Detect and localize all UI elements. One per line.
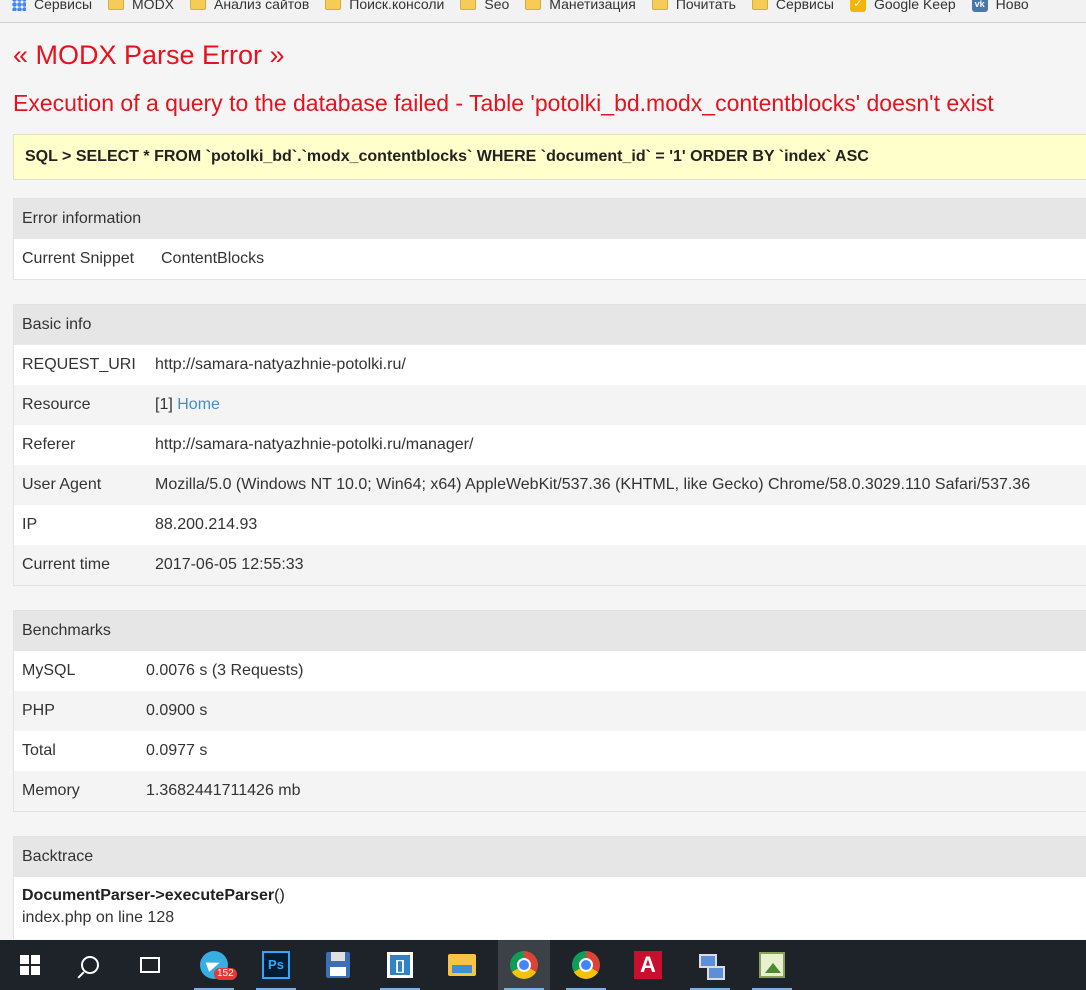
row-key: Memory: [22, 782, 80, 799]
start-button[interactable]: [4, 940, 56, 990]
bookmark-folder-seo[interactable]: Seo: [460, 0, 509, 15]
table-row: IP 88.200.214.93: [14, 505, 1086, 545]
bookmark-google-keep[interactable]: ✓ Google Keep: [849, 0, 956, 15]
windows-logo-icon: [20, 955, 40, 975]
photoshop-taskbar-button[interactable]: Ps: [250, 940, 302, 990]
row-value: ContentBlocks: [161, 250, 265, 267]
telegram-taskbar-button[interactable]: 152: [188, 940, 240, 990]
table-row: PHP 0.0900 s: [14, 691, 1086, 731]
resource-id: [1]: [155, 396, 173, 413]
error-title: « MODX Parse Error »: [13, 40, 285, 70]
row-value: 1.3682441711426 mb: [146, 782, 301, 799]
chrome-icon: [510, 951, 538, 979]
backtrace-function: DocumentParser->executeParser(): [22, 887, 285, 904]
row-key: REQUEST_URI: [22, 356, 136, 373]
table-row: User Agent Mozilla/5.0 (Windows NT 10.0;…: [14, 465, 1086, 505]
folder-icon: [651, 0, 668, 10]
bookmark-folder-modx[interactable]: MODX: [108, 0, 174, 15]
backtrace-entry: DocumentParser->executeParser() index.ph…: [14, 877, 1086, 939]
basic-info-section: Basic info REQUEST_URI http://samara-nat…: [13, 304, 1086, 586]
table-row: Resource [1] Home: [14, 385, 1086, 425]
error-information-section: Error information Current Snippet Conten…: [13, 198, 1086, 280]
bracket-app-taskbar-button[interactable]: []: [374, 940, 426, 990]
row-value: 0.0076 s (3 Requests): [146, 662, 304, 679]
file-explorer-taskbar-button[interactable]: [436, 940, 488, 990]
bookmarks-bar: Сервисы MODX Анализ сайтов Поиск.консоли…: [0, 0, 1086, 23]
row-value: http://samara-natyazhnie-potolki.ru/: [155, 356, 406, 373]
bookmark-folder-monetization[interactable]: Манетизация: [525, 0, 636, 15]
row-value: http://samara-natyazhnie-potolki.ru/mana…: [155, 436, 474, 453]
table-row: Current time 2017-06-05 12:55:33: [14, 545, 1086, 585]
windows-taskbar: 152 Ps [] A: [0, 940, 1086, 990]
photoshop-icon: Ps: [262, 951, 290, 979]
file-explorer-icon: [448, 954, 476, 976]
row-key: MySQL: [22, 662, 76, 679]
table-row: REQUEST_URI http://samara-natyazhnie-pot…: [14, 345, 1086, 385]
folder-icon: [751, 0, 768, 10]
table-row: MySQL 0.0076 s (3 Requests): [14, 651, 1086, 691]
row-key: Resource: [22, 396, 91, 413]
sql-query-box: SQL > SELECT * FROM `potolki_bd`.`modx_c…: [13, 134, 1086, 180]
chrome-secondary-taskbar-button[interactable]: [560, 940, 612, 990]
floppy-disk-icon: [326, 952, 350, 978]
folder-icon: [460, 0, 477, 10]
folder-icon: [108, 0, 125, 10]
bracket-app-icon: []: [387, 952, 413, 978]
task-view-button[interactable]: [124, 940, 176, 990]
row-key: Current Snippet: [22, 250, 135, 267]
apps-grid-icon: [12, 0, 26, 11]
row-key: Total: [22, 742, 56, 759]
table-row: Current Snippet ContentBlocks: [14, 239, 1086, 279]
bookmark-folder-site-analysis[interactable]: Анализ сайтов: [190, 0, 309, 15]
search-button[interactable]: [64, 940, 116, 990]
resource-home-link[interactable]: Home: [177, 396, 220, 413]
row-value: 2017-06-05 12:55:33: [155, 556, 304, 573]
network-app-taskbar-button[interactable]: [684, 940, 736, 990]
row-value: 88.200.214.93: [155, 516, 258, 533]
basic-info-rows: REQUEST_URI http://samara-natyazhnie-pot…: [14, 345, 1086, 585]
row-value: 0.0900 s: [146, 702, 208, 719]
autocad-icon: A: [634, 951, 662, 979]
task-view-icon: [140, 957, 160, 973]
row-key: Referer: [22, 436, 76, 453]
folder-icon: [525, 0, 542, 10]
bookmark-folder-reading[interactable]: Почитать: [651, 0, 736, 15]
section-header: Error information: [14, 199, 1086, 239]
backtrace-section: Backtrace DocumentParser->executeParser(…: [13, 836, 1086, 939]
autocad-taskbar-button[interactable]: A: [622, 940, 674, 990]
section-header: Backtrace: [14, 837, 1086, 877]
row-value: Mozilla/5.0 (Windows NT 10.0; Win64; x64…: [155, 476, 1031, 493]
row-value: 0.0977 s: [146, 742, 208, 759]
chrome-taskbar-button[interactable]: [498, 940, 550, 990]
table-row: Total 0.0977 s: [14, 731, 1086, 771]
image-editor-icon: [759, 952, 785, 978]
notification-badge: 152: [214, 968, 237, 980]
section-header: Benchmarks: [14, 611, 1086, 651]
table-row: Memory 1.3682441711426 mb: [14, 771, 1086, 811]
folder-icon: [325, 0, 342, 10]
row-key: IP: [22, 516, 38, 533]
error-message: Execution of a query to the database fai…: [13, 90, 994, 116]
chrome-icon: [572, 951, 600, 979]
bookmark-vk[interactable]: vk Ново: [971, 0, 1029, 15]
network-computers-icon: [697, 952, 725, 980]
row-value: [1] Home: [155, 385, 220, 425]
image-editor-taskbar-button[interactable]: [746, 940, 798, 990]
google-keep-icon: ✓: [849, 0, 866, 12]
bookmark-folder-search-consoles[interactable]: Поиск.консоли: [325, 0, 444, 15]
bookmark-services[interactable]: Сервисы: [12, 0, 92, 15]
row-key: User Agent: [22, 476, 102, 493]
row-key: Current time: [22, 556, 111, 573]
backtrace-file: index.php on line 128: [22, 909, 175, 926]
benchmarks-section: Benchmarks MySQL 0.0076 s (3 Requests) P…: [13, 610, 1086, 812]
search-icon: [81, 956, 99, 974]
bookmark-folder-services[interactable]: Сервисы: [751, 0, 834, 15]
folder-icon: [190, 0, 207, 10]
section-header: Basic info: [14, 305, 1086, 345]
vk-icon: vk: [971, 0, 988, 12]
save-app-taskbar-button[interactable]: [312, 940, 364, 990]
row-key: PHP: [22, 702, 55, 719]
table-row: Referer http://samara-natyazhnie-potolki…: [14, 425, 1086, 465]
